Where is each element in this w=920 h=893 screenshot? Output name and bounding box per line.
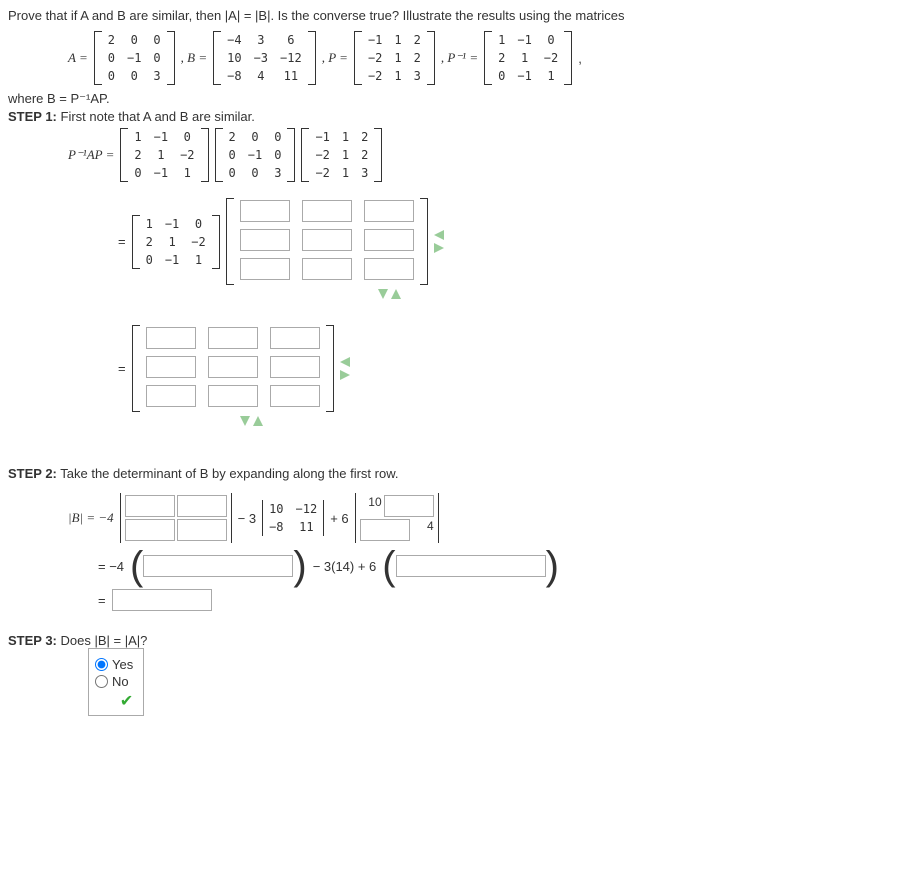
step3-label: STEP 3: [8, 633, 57, 648]
min1-r1c1[interactable] [177, 519, 227, 541]
step1-label: STEP 1: [8, 109, 57, 124]
imat2-r0c0[interactable] [146, 327, 196, 349]
imat2-r1c0[interactable] [146, 356, 196, 378]
radio-yes-label[interactable]: Yes [95, 657, 133, 672]
plus6: + 6 [330, 511, 348, 526]
imat1-r2c2[interactable] [364, 258, 414, 280]
row-arrows-1[interactable] [378, 289, 401, 299]
minor2: 10−12−811 [262, 500, 324, 536]
line2a: = −4 [98, 559, 124, 574]
paren-1: () [130, 551, 307, 581]
minus3: − 3 [238, 511, 256, 526]
in-paren-2[interactable] [396, 555, 546, 577]
b-equals: , B = [181, 50, 207, 66]
matrix-m3: −112−212−213 [301, 128, 382, 182]
equals-3: = [98, 593, 106, 608]
min1-r0c1[interactable] [177, 495, 227, 517]
imat2-r2c1[interactable] [208, 385, 258, 407]
final-det-input[interactable] [112, 589, 212, 611]
matrix-pi: 1−1021−20−11 [484, 31, 572, 85]
matrix-m2: 2000−10003 [215, 128, 296, 182]
col-arrows-2[interactable] [340, 357, 350, 380]
imat2-r0c1[interactable] [208, 327, 258, 349]
imat1-r1c1[interactable] [302, 229, 352, 251]
four: 4 [412, 519, 434, 541]
radio-yes[interactable] [95, 658, 108, 671]
col-arrows-1[interactable] [434, 230, 444, 253]
imat2-r2c2[interactable] [270, 385, 320, 407]
radio-no-label[interactable]: No [95, 674, 133, 689]
imat1-r1c0[interactable] [240, 229, 290, 251]
piap-equals: P⁻¹AP = [68, 147, 114, 163]
equals-1: = [118, 234, 126, 249]
input-matrix-1 [226, 198, 428, 285]
input-matrix-2 [132, 325, 334, 412]
matrix-a: 2000−10003 [94, 31, 175, 85]
detb-lhs: |B| = −4 [68, 510, 114, 526]
row-arrows-2[interactable] [240, 416, 263, 426]
step3-text: Does |B| = |A|? [57, 633, 147, 648]
matrix-m1b: 1−1021−20−11 [132, 215, 220, 269]
min3-r0c1[interactable] [384, 495, 434, 517]
min1-r1c0[interactable] [125, 519, 175, 541]
where-text: where B = P⁻¹AP. [8, 91, 912, 107]
imat2-r0c2[interactable] [270, 327, 320, 349]
step2-text: Take the determinant of B by expanding a… [57, 466, 399, 481]
min1-r0c0[interactable] [125, 495, 175, 517]
ten: 10 [360, 495, 382, 517]
in-paren-1[interactable] [143, 555, 293, 577]
check-icon: ✔ [95, 691, 133, 711]
matrix-p: −112−212−213 [354, 31, 435, 85]
equals-2: = [118, 361, 126, 376]
radio-no[interactable] [95, 675, 108, 688]
matrix-b: −43610−3−12−8411 [213, 31, 316, 85]
min3-r1c0[interactable] [360, 519, 410, 541]
step2-label: STEP 2: [8, 466, 57, 481]
trailing-comma: , [578, 51, 582, 66]
minor-input-3: 10 4 [355, 493, 439, 543]
imat2-r1c2[interactable] [270, 356, 320, 378]
imat1-r0c1[interactable] [302, 200, 352, 222]
imat1-r0c0[interactable] [240, 200, 290, 222]
matrix-m1: 1−1021−20−11 [120, 128, 208, 182]
p-equals: , P = [322, 50, 348, 66]
minor-input-1 [120, 493, 232, 543]
imat1-r2c1[interactable] [302, 258, 352, 280]
a-equals: A = [68, 50, 88, 66]
imat1-r2c0[interactable] [240, 258, 290, 280]
intro-text: Prove that if A and B are similar, then … [8, 8, 912, 23]
line2b: − 3(14) + 6 [313, 559, 377, 574]
paren-2: () [382, 551, 559, 581]
imat1-r1c2[interactable] [364, 229, 414, 251]
step1-text: First note that A and B are similar. [57, 109, 255, 124]
imat2-r1c1[interactable] [208, 356, 258, 378]
answer-radio-group: Yes No ✔ [88, 648, 144, 716]
imat1-r0c2[interactable] [364, 200, 414, 222]
imat2-r2c0[interactable] [146, 385, 196, 407]
pi-equals: , P⁻¹ = [441, 50, 478, 66]
